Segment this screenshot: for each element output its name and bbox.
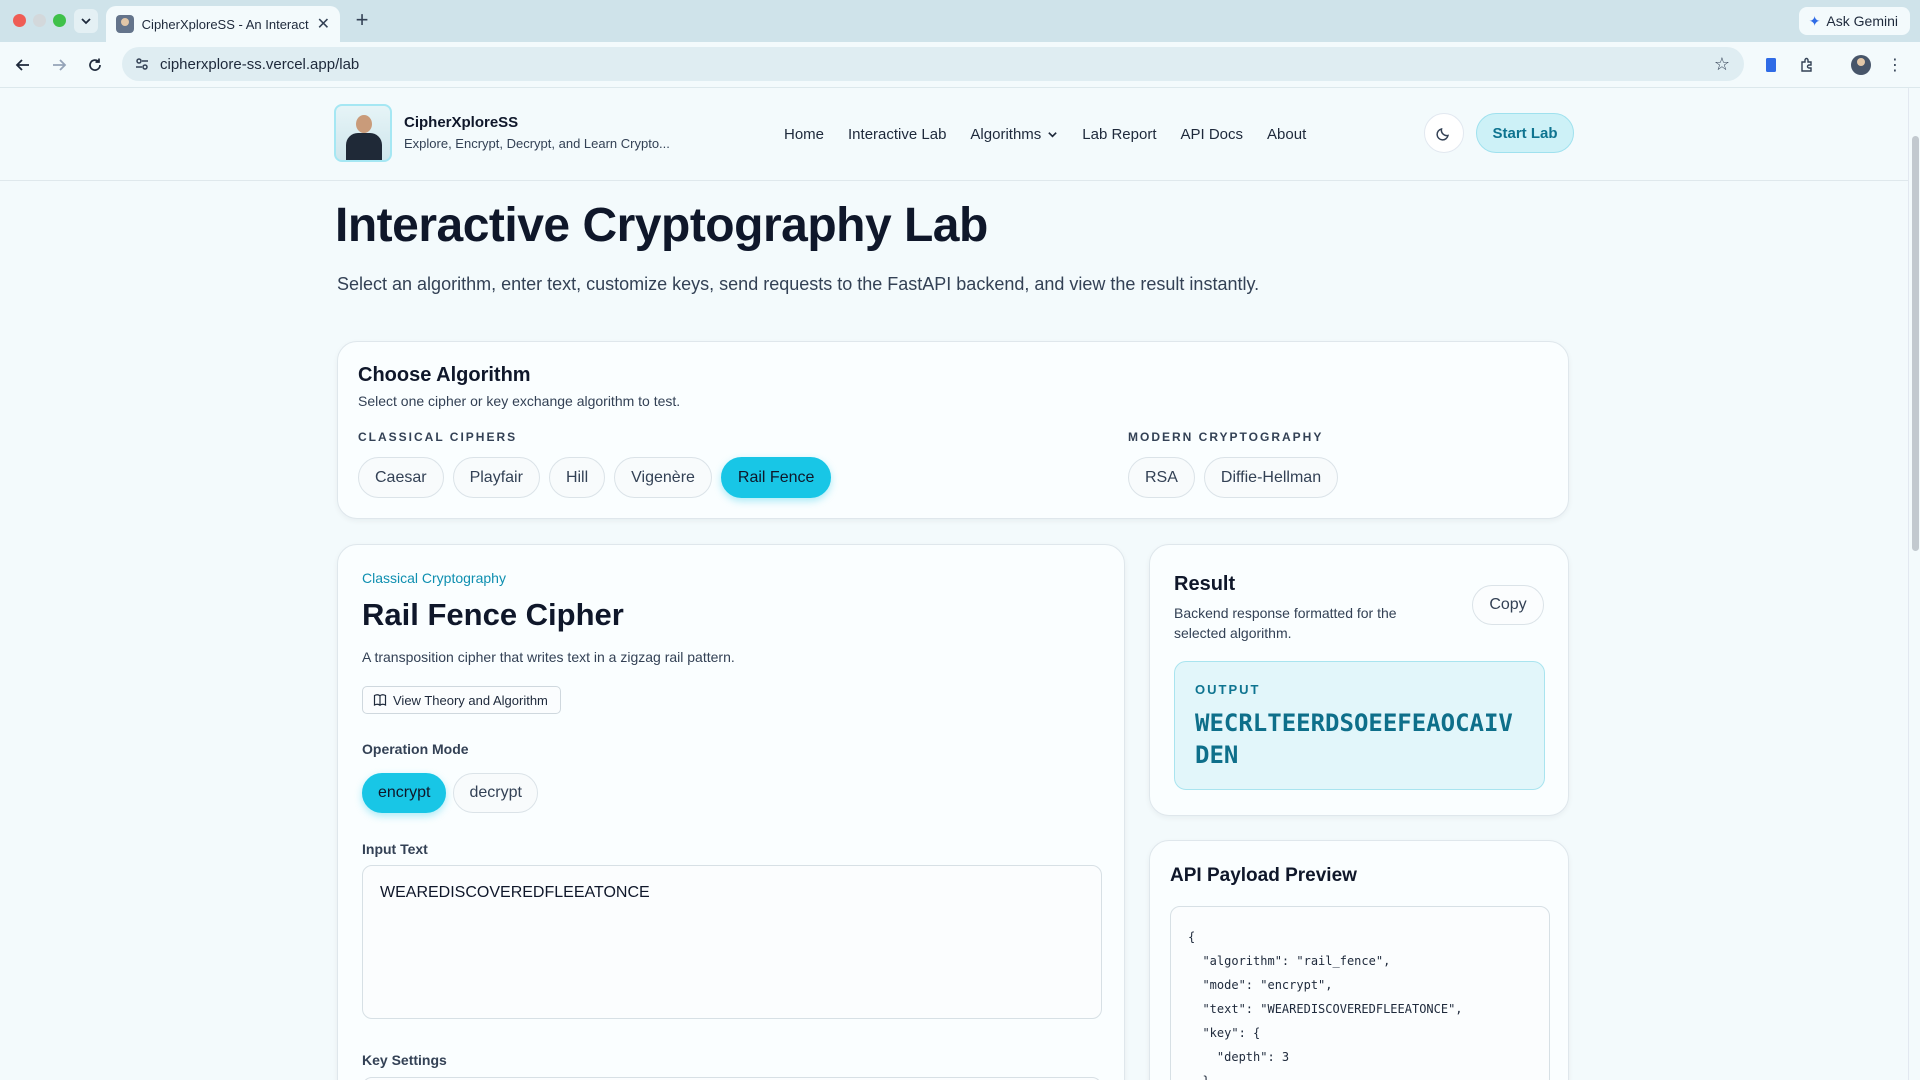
algo-caesar-button[interactable]: Caesar — [358, 457, 444, 498]
browser-toolbar: cipherxplore-ss.vercel.app/lab ☆ ⋮ — [0, 42, 1920, 88]
address-bar[interactable]: cipherxplore-ss.vercel.app/lab ☆ — [122, 47, 1744, 81]
theme-toggle-button[interactable] — [1424, 113, 1464, 153]
input-text-field[interactable]: WEAREDISCOVEREDFLEEATONCE — [362, 865, 1102, 1019]
algo-rail-fence-button[interactable]: Rail Fence — [720, 457, 832, 498]
back-arrow-icon[interactable] — [12, 54, 34, 76]
maximize-window-button[interactable] — [53, 14, 66, 27]
algo-hill-button[interactable]: Hill — [548, 457, 606, 498]
api-payload-card: API Payload Preview { "algorithm": "rail… — [1149, 840, 1569, 1080]
reload-icon[interactable] — [84, 54, 106, 76]
ask-gemini-label: Ask Gemini — [1826, 13, 1898, 29]
profile-avatar-icon — [1851, 55, 1871, 75]
api-payload-code: { "algorithm": "rail_fence", "mode": "en… — [1170, 906, 1550, 1080]
algo-rsa-button[interactable]: RSA — [1128, 457, 1195, 498]
choose-algorithm-subtitle: Select one cipher or key exchange algori… — [358, 393, 681, 409]
scrollbar-thumb[interactable] — [1912, 136, 1919, 551]
gemini-sparkle-icon: ✦ — [1808, 12, 1821, 29]
operation-mode-label: Operation Mode — [362, 741, 469, 757]
nav-api-docs[interactable]: API Docs — [1181, 126, 1244, 143]
close-window-button[interactable] — [13, 14, 26, 27]
cipher-description: A transposition cipher that writes text … — [362, 649, 735, 665]
result-subtitle: Backend response formatted for the selec… — [1174, 605, 1397, 641]
nav-algorithms[interactable]: Algorithms — [970, 126, 1058, 143]
page-scrollbar[interactable] — [1908, 88, 1920, 1080]
output-label: OUTPUT — [1195, 682, 1261, 697]
result-card: Result Backend response formatted for th… — [1149, 544, 1569, 816]
api-payload-title: API Payload Preview — [1170, 865, 1357, 886]
forward-arrow-icon[interactable] — [48, 54, 70, 76]
site-info-icon[interactable] — [134, 56, 150, 72]
nav-about[interactable]: About — [1267, 126, 1306, 143]
chevron-down-icon — [1048, 132, 1058, 138]
classical-cipher-list: Caesar Playfair Hill Vigenère Rail Fence — [358, 457, 832, 498]
nav-algorithms-label: Algorithms — [970, 126, 1042, 143]
cipher-title: Rail Fence Cipher — [362, 597, 624, 632]
new-tab-button[interactable]: + — [350, 9, 374, 33]
page-title: Interactive Cryptography Lab — [335, 199, 988, 252]
key-settings-label: Key Settings — [362, 1052, 447, 1068]
brand-name[interactable]: CipherXploreSS — [404, 114, 518, 131]
nav-home[interactable]: Home — [784, 126, 824, 143]
browser-tabstrip: CipherXploreSS - An Interactive Cryptogr… — [0, 0, 1920, 42]
close-tab-icon[interactable]: ✕ — [317, 14, 330, 34]
output-panel: OUTPUT WECRLTEERDSOEEFEAOCAIVDEN — [1174, 661, 1545, 790]
browser-tab-active[interactable]: CipherXploreSS - An Interactive Cryptogr… — [106, 6, 340, 42]
tab-title: CipherXploreSS - An Interactive Cryptogr… — [141, 16, 309, 32]
brand-logo[interactable] — [334, 104, 392, 162]
site-favicon-icon — [116, 15, 134, 33]
site-header: CipherXploreSS Explore, Encrypt, Decrypt… — [0, 88, 1908, 181]
copy-button[interactable]: Copy — [1472, 585, 1544, 625]
minimize-window-button[interactable] — [33, 14, 46, 27]
nav-lab-report[interactable]: Lab Report — [1082, 126, 1156, 143]
chevron-down-icon — [81, 18, 91, 25]
classical-ciphers-label: CLASSICAL CIPHERS — [358, 430, 518, 444]
reading-list-icon[interactable] — [1760, 54, 1782, 76]
moon-icon — [1436, 128, 1449, 141]
view-theory-label: View Theory and Algorithm — [393, 692, 548, 708]
algo-vigenere-button[interactable]: Vigenère — [614, 457, 712, 498]
ask-gemini-button[interactable]: ✦ Ask Gemini — [1798, 7, 1910, 35]
main-nav: Home Interactive Lab Algorithms Lab Repo… — [784, 126, 1306, 143]
url-text: cipherxplore-ss.vercel.app/lab — [160, 55, 360, 73]
choose-algorithm-title: Choose Algorithm — [358, 364, 531, 386]
mode-decrypt-button[interactable]: decrypt — [453, 773, 538, 813]
choose-algorithm-card: Choose Algorithm Select one cipher or ke… — [337, 341, 1569, 519]
cipher-detail-card: Classical Cryptography Rail Fence Cipher… — [337, 544, 1125, 1080]
mode-encrypt-button[interactable]: encrypt — [362, 773, 447, 813]
tab-search-button[interactable] — [74, 9, 98, 33]
input-text-label: Input Text — [362, 841, 428, 857]
nav-interactive-lab[interactable]: Interactive Lab — [848, 126, 946, 143]
modern-crypto-list: RSA Diffie-Hellman — [1128, 457, 1339, 498]
page-subtitle: Select an algorithm, enter text, customi… — [337, 274, 1260, 294]
profile-avatar[interactable] — [1850, 54, 1872, 76]
start-lab-button[interactable]: Start Lab — [1476, 113, 1574, 153]
view-theory-button[interactable]: View Theory and Algorithm — [362, 686, 561, 714]
modern-cryptography-label: MODERN CRYPTOGRAPHY — [1128, 430, 1324, 444]
operation-mode-toggle: encrypt decrypt — [362, 773, 538, 813]
category-link[interactable]: Classical Cryptography — [362, 570, 506, 586]
algo-playfair-button[interactable]: Playfair — [452, 457, 540, 498]
bookmark-star-icon[interactable]: ☆ — [1714, 54, 1730, 75]
output-value: WECRLTEERDSOEEFEAOCAIVDEN — [1195, 709, 1513, 769]
book-icon — [373, 694, 387, 707]
algo-diffie-hellman-button[interactable]: Diffie-Hellman — [1203, 457, 1339, 498]
result-title: Result — [1174, 573, 1236, 595]
extensions-puzzle-icon[interactable] — [1796, 54, 1818, 76]
browser-menu-icon[interactable]: ⋮ — [1884, 54, 1906, 76]
brand-tagline: Explore, Encrypt, Decrypt, and Learn Cry… — [404, 136, 670, 151]
